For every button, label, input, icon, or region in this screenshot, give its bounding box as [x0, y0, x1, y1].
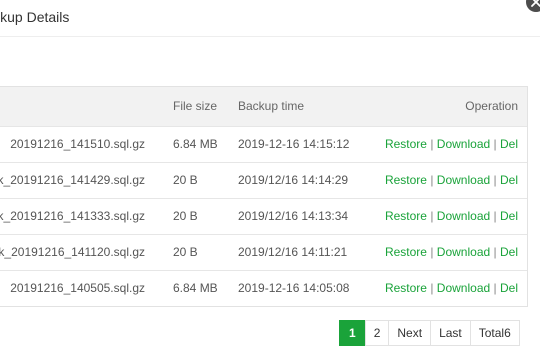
download-link[interactable]: Download [437, 281, 490, 295]
restore-link[interactable]: Restore [385, 209, 427, 223]
operation-cell: Restore | Download | Del [378, 126, 527, 162]
separator: | [493, 281, 497, 296]
delete-link[interactable]: Del [500, 245, 518, 259]
backup-time-cell: 2019/12/16 14:13:34 [238, 209, 349, 223]
separator: | [493, 209, 497, 223]
col-header-time: Backup time [238, 99, 305, 114]
dialog-title: Backup Details [0, 9, 70, 25]
table-row: 20191216_140505.sql.gz 6.84 MB 2019-12-1… [0, 270, 527, 306]
delete-link[interactable]: Del [500, 137, 518, 151]
separator: | [430, 173, 434, 187]
last-page-button[interactable]: Last [430, 320, 471, 346]
file-size-cell: 6.84 MB [173, 137, 218, 151]
file-name-cell: 20191216_140505.sql.gz [10, 281, 145, 296]
separator: | [430, 137, 434, 151]
backup-time-cell: 2019/12/16 14:11:21 [238, 245, 348, 259]
file-size-cell: 20 B [173, 209, 198, 223]
file-name-cell: bak_20191216_141333.sql.gz [0, 209, 145, 223]
pagination: 1 2 Next Last Total6 [339, 320, 520, 346]
delete-link[interactable]: Del [500, 209, 518, 223]
operation-cell: Restore | Download | Del [378, 270, 527, 306]
operation-cell: Restore | Download | Del [378, 234, 527, 270]
download-link[interactable]: Download [437, 173, 490, 187]
page-1-button[interactable]: 1 [339, 320, 366, 346]
download-link[interactable]: Download [437, 209, 490, 223]
restore-link[interactable]: Restore [385, 137, 427, 151]
file-size-cell: 6.84 MB [173, 281, 218, 296]
col-header-operation: Operation [465, 99, 518, 114]
table-row: bak_20191216_141429.sql.gz 20 B 2019/12/… [0, 162, 527, 198]
total-count: Total6 [469, 320, 520, 346]
file-name-cell: bak_20191216_141120.sql.gz [0, 245, 145, 259]
close-icon [531, 0, 540, 7]
table-header-row: File size Backup time Operation [0, 87, 527, 126]
table-row: 20191216_141510.sql.gz 6.84 MB 2019-12-1… [0, 126, 527, 162]
operation-cell: Restore | Download | Del [378, 162, 527, 198]
col-header-size: File size [173, 99, 218, 114]
separator: | [430, 245, 434, 259]
backup-table: File size Backup time Operation 20191216… [0, 86, 528, 307]
backup-time-cell: 2019-12-16 14:05:08 [238, 281, 350, 296]
file-name-cell: 20191216_141510.sql.gz [10, 137, 145, 151]
file-size-cell: 20 B [173, 245, 198, 259]
operation-cell: Restore | Download | Del [378, 198, 527, 234]
backup-time-cell: 2019/12/16 14:14:29 [238, 173, 349, 187]
next-page-button[interactable]: Next [388, 320, 432, 346]
file-size-cell: 20 B [173, 173, 198, 187]
separator: | [430, 209, 434, 223]
separator: | [430, 281, 434, 296]
restore-link[interactable]: Restore [385, 281, 427, 295]
col-header-name [0, 87, 173, 126]
download-link[interactable]: Download [437, 137, 490, 151]
separator: | [493, 245, 497, 259]
dialog-header: Backup Details [0, 0, 540, 37]
download-link[interactable]: Download [437, 245, 490, 259]
backup-time-cell: 2019-12-16 14:15:12 [238, 137, 350, 151]
delete-link[interactable]: Del [500, 281, 518, 295]
file-name-cell: bak_20191216_141429.sql.gz [0, 173, 145, 187]
delete-link[interactable]: Del [500, 173, 518, 187]
table-row: bak_20191216_141120.sql.gz 20 B 2019/12/… [0, 234, 527, 270]
page-2-button[interactable]: 2 [364, 320, 390, 346]
separator: | [493, 137, 497, 151]
restore-link[interactable]: Restore [385, 173, 427, 187]
close-button[interactable] [526, 0, 540, 12]
separator: | [493, 173, 497, 187]
table-row: bak_20191216_141333.sql.gz 20 B 2019/12/… [0, 198, 527, 234]
restore-link[interactable]: Restore [385, 245, 427, 259]
